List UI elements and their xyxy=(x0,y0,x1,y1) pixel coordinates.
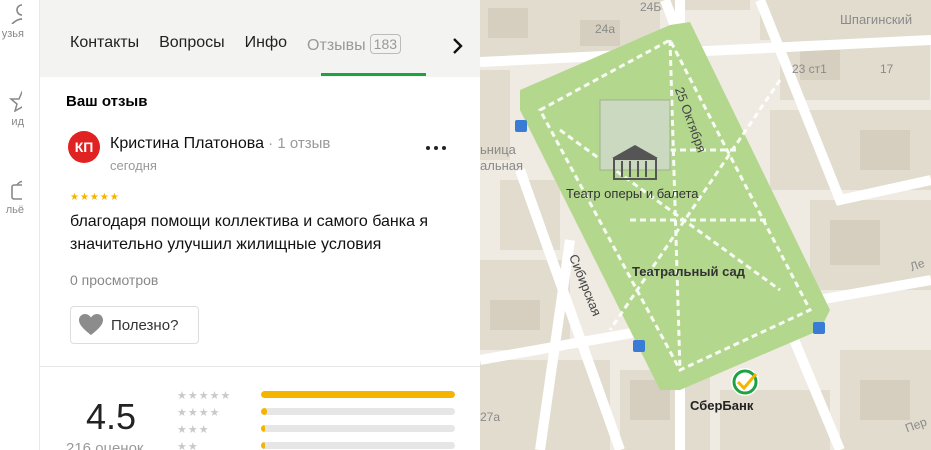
star-icon xyxy=(8,90,22,112)
rating-bar xyxy=(261,442,455,449)
author-name[interactable]: Кристина Платонова xyxy=(110,135,264,152)
map-label-garden[interactable]: Театральный сад xyxy=(632,264,745,279)
more-options-icon[interactable] xyxy=(426,140,446,154)
rail-item-guide[interactable]: ид xyxy=(0,90,39,128)
left-rail: узья ид льё xyxy=(0,0,40,450)
useful-button-label: Полезно? xyxy=(111,316,179,334)
tab-info-label: Инфо xyxy=(244,34,288,51)
rating-bar-fill xyxy=(261,425,265,432)
tab-bar: Контакты Вопросы Инфо Отзывы 183 xyxy=(40,0,480,77)
map[interactable]: Театр оперы и балета Театральный сад Сбе… xyxy=(480,0,931,450)
tab-contacts-label: Контакты xyxy=(70,34,140,51)
map-house-24b: 24Б xyxy=(640,0,662,14)
review-stars: ★★★★★ xyxy=(70,192,120,203)
rating-row-stars: ★★★ xyxy=(177,424,210,436)
tab-questions-label: Вопросы xyxy=(159,34,225,51)
tab-reviews[interactable]: Отзывы 183 xyxy=(307,34,402,55)
rating-bar xyxy=(261,408,455,415)
avatar[interactable]: КП xyxy=(68,131,100,163)
review-author: Кристина Платонова · 1 отзыв xyxy=(110,135,330,153)
divider xyxy=(40,366,480,367)
rating-bar xyxy=(261,425,455,432)
map-label-theatre[interactable]: Театр оперы и балета xyxy=(566,186,699,201)
active-tab-indicator xyxy=(321,73,426,76)
review-date: сегодня xyxy=(110,158,157,173)
tab-reviews-label: Отзывы xyxy=(307,37,366,54)
rail-label-wardrobe: льё xyxy=(5,204,24,216)
rating-row-stars: ★★★★★ xyxy=(177,390,232,402)
rating-bar xyxy=(261,391,455,398)
map-house-23: 23 ст1 xyxy=(792,62,827,76)
heart-icon xyxy=(79,314,103,335)
rating-count: 216 оценок xyxy=(66,440,144,450)
review-views: 0 просмотров xyxy=(70,272,159,288)
rail-label-guide: ид xyxy=(11,116,24,128)
section-title: Ваш отзыв xyxy=(66,93,148,110)
map-house-24a: 24а xyxy=(595,22,616,36)
map-canvas[interactable] xyxy=(480,0,931,450)
sberbank-logo-icon xyxy=(731,368,759,396)
tab-reviews-count: 183 xyxy=(369,34,402,54)
organization-panel: Контакты Вопросы Инфо Отзывы 183 Ваш отзы… xyxy=(40,0,480,450)
map-house-17: 17 xyxy=(880,62,894,76)
rating-value: 4.5 xyxy=(86,396,137,437)
tab-info[interactable]: Инфо xyxy=(245,34,287,55)
review-text: благодаря помощи коллектива и самого бан… xyxy=(70,213,429,253)
map-label-hospital-2: альная xyxy=(480,158,524,173)
tab-contacts[interactable]: Контакты xyxy=(70,34,139,55)
rating-bar-fill xyxy=(261,391,455,398)
tab-questions[interactable]: Вопросы xyxy=(159,34,225,55)
author-review-count: · 1 отзыв xyxy=(263,135,331,152)
rating-row-stars: ★★ xyxy=(177,441,199,450)
map-label-hospital-1: ьница xyxy=(480,142,516,157)
map-street-shpag: Шпагинский xyxy=(840,12,913,27)
rating-bar-fill xyxy=(261,442,265,449)
rating-bar-fill xyxy=(261,408,267,415)
rail-item-friends[interactable]: узья xyxy=(0,2,39,40)
rating-row-stars: ★★★★ xyxy=(177,407,221,419)
rail-item-wardrobe[interactable]: льё xyxy=(0,178,39,216)
bag-icon xyxy=(11,180,22,200)
chevron-right-icon[interactable] xyxy=(450,36,466,56)
person-icon xyxy=(11,4,22,24)
rail-label-friends: узья xyxy=(1,28,24,40)
map-label-bank[interactable]: СберБанк xyxy=(690,398,753,413)
map-house-27a: 27а xyxy=(480,410,501,424)
useful-button[interactable]: Полезно? xyxy=(70,306,199,344)
